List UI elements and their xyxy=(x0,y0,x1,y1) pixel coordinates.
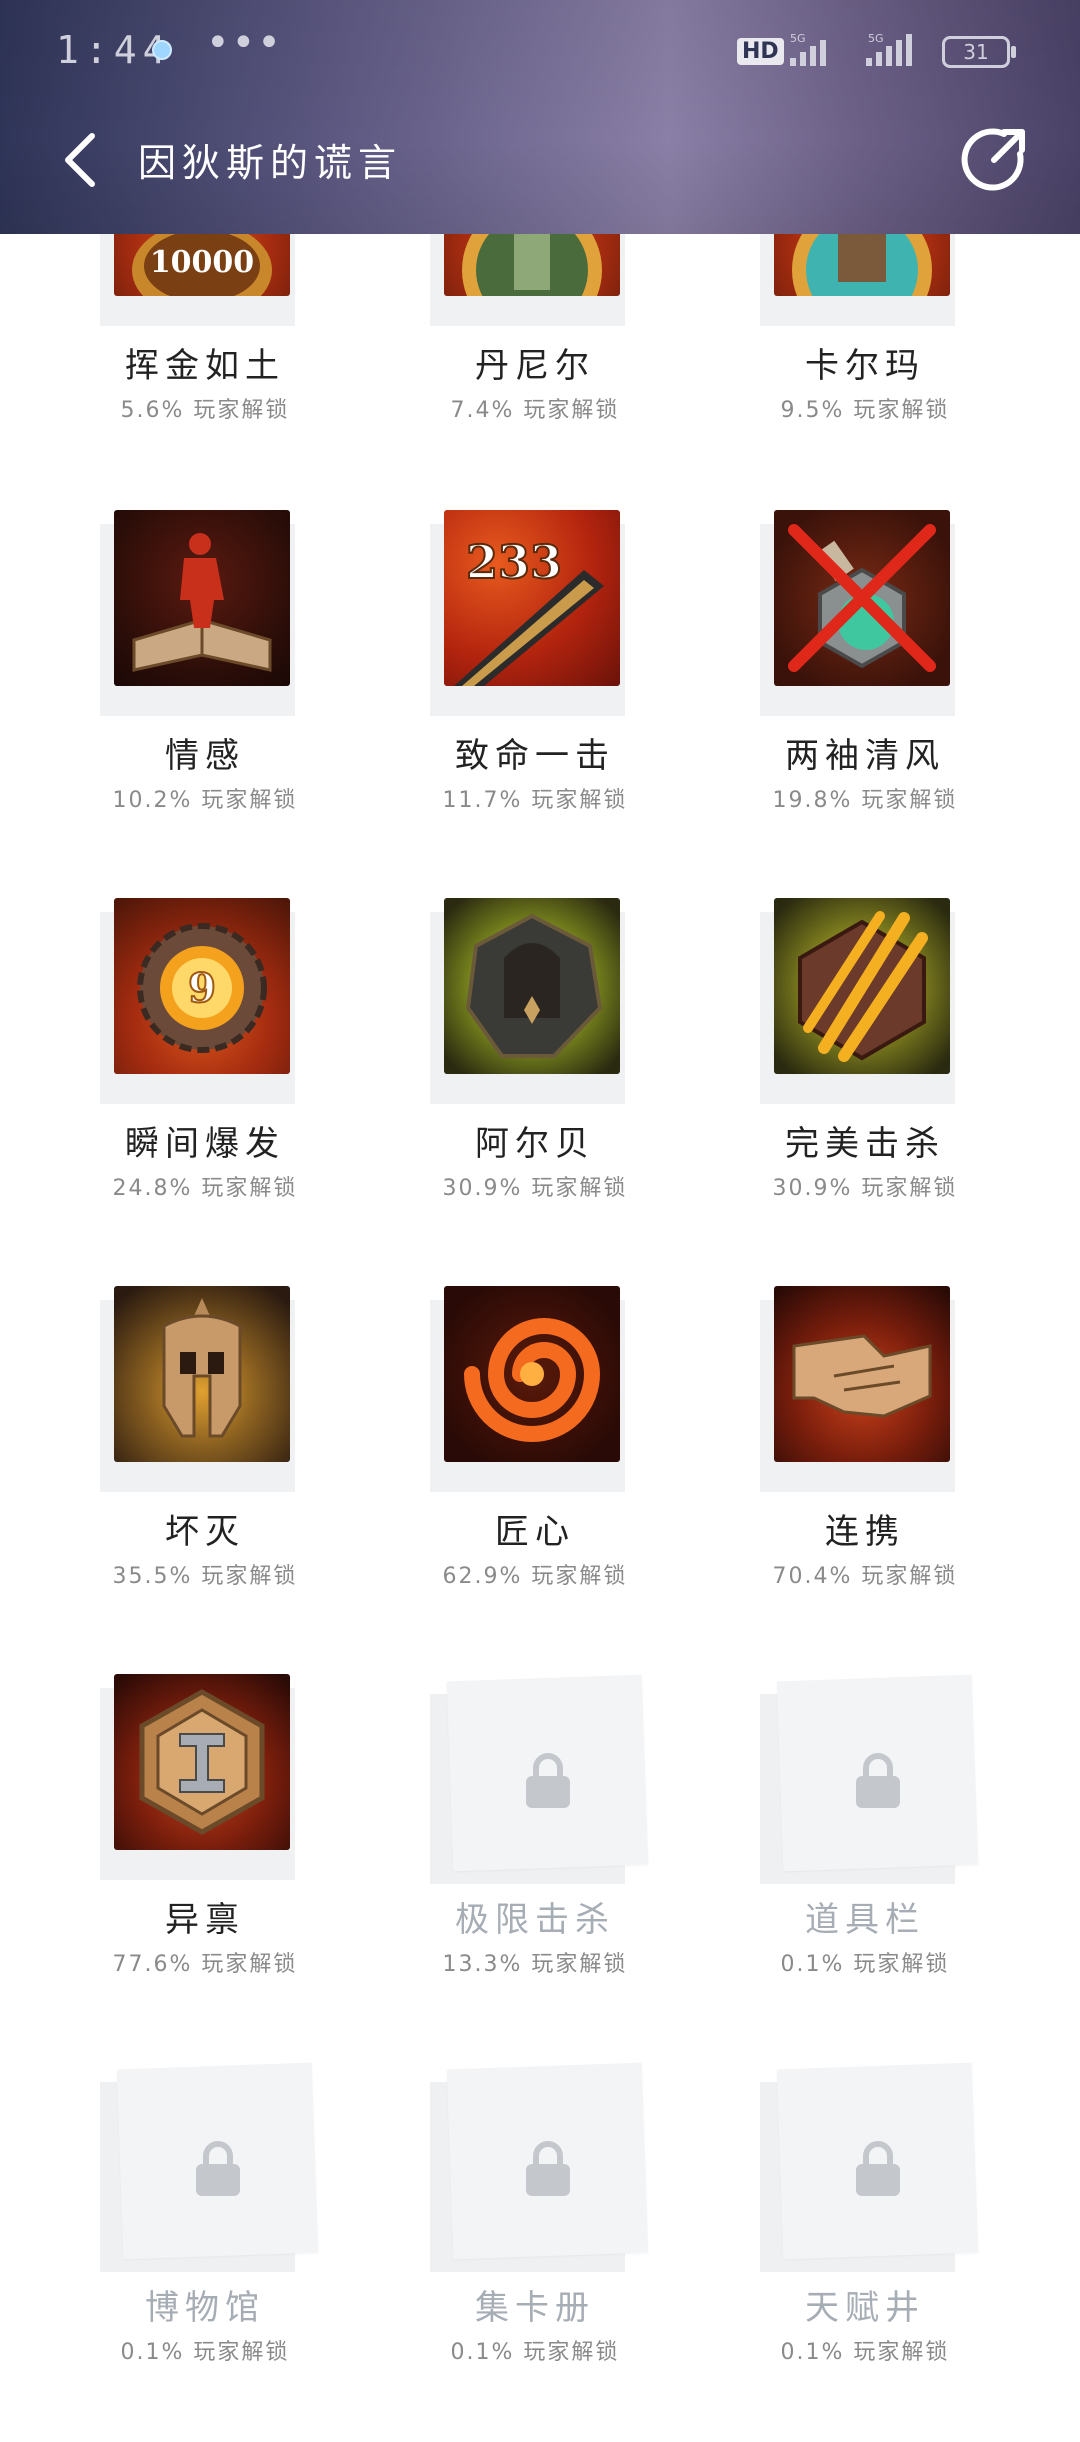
achievement-percent: 77.6% 玩家解锁 xyxy=(112,1952,298,1977)
achievement-name: 卡尔玛 xyxy=(805,346,925,386)
lock-icon xyxy=(196,2141,240,2196)
achievement-name: 丹尼尔 xyxy=(475,346,595,386)
battery-icon: 31 xyxy=(942,36,1016,68)
achievement-name: 致命一击 xyxy=(455,736,615,776)
badge-text: 233 xyxy=(466,535,562,589)
share-button[interactable] xyxy=(960,124,1030,194)
achievement-name: 瞬间爆发 xyxy=(125,1124,285,1164)
achievement-name: 道具栏 xyxy=(805,1900,925,1940)
achievement-item[interactable]: 9 瞬间爆发 24.8% 玩家解锁 xyxy=(60,898,350,1278)
achievement-name: 集卡册 xyxy=(475,2288,595,2328)
network-type-label-2: 5G xyxy=(868,32,884,45)
handshake-icon xyxy=(774,1286,950,1462)
achievement-item[interactable]: 情感 10.2% 玩家解锁 xyxy=(60,510,350,890)
achievement-name: 两袖清风 xyxy=(785,736,945,776)
badge-text: 10000 xyxy=(150,245,254,280)
achievement-percent: 7.4% 玩家解锁 xyxy=(450,398,620,423)
achievement-percent: 0.1% 玩家解锁 xyxy=(780,1952,950,1977)
status-bar: 1:44 ••• HD 5G 5G 31 xyxy=(0,0,1080,100)
back-button[interactable] xyxy=(52,128,112,192)
achievement-item[interactable]: 坏灭 35.5% 玩家解锁 xyxy=(60,1286,350,1666)
achievement-item-locked[interactable]: 集卡册 0.1% 玩家解锁 xyxy=(390,2062,680,2442)
achievement-item-locked[interactable]: 道具栏 0.1% 玩家解锁 xyxy=(720,1674,1010,2054)
achievement-item[interactable]: 完美击杀 30.9% 玩家解锁 xyxy=(720,898,1010,1278)
achievement-item[interactable]: 233 致命一击 11.7% 玩家解锁 xyxy=(390,510,680,890)
achievement-percent: 11.7% 玩家解锁 xyxy=(442,788,628,813)
achievement-name: 异禀 xyxy=(165,1900,245,1940)
achievement-item[interactable]: 连携 70.4% 玩家解锁 xyxy=(720,1286,1010,1666)
achievement-percent: 35.5% 玩家解锁 xyxy=(112,1564,298,1589)
nav-bar: 因狄斯的谎言 xyxy=(0,110,1080,210)
notification-icon xyxy=(152,40,172,60)
achievement-name: 极限击杀 xyxy=(455,1900,615,1940)
more-notifications-icon: ••• xyxy=(206,20,283,66)
hd-voice-badge: HD xyxy=(737,38,784,65)
achievement-percent: 5.6% 玩家解锁 xyxy=(120,398,290,423)
hooded-figure-icon xyxy=(444,898,620,1074)
signal-icon: 5G xyxy=(790,32,826,66)
achievement-name: 博物馆 xyxy=(145,2288,265,2328)
achievement-item[interactable]: 两袖清风 19.8% 玩家解锁 xyxy=(720,510,1010,890)
achievement-item[interactable]: 阿尔贝 30.9% 玩家解锁 xyxy=(390,898,680,1278)
badge-text: 9 xyxy=(188,965,216,1012)
gear-nine-icon: 9 xyxy=(114,898,290,1074)
achievement-percent: 24.8% 玩家解锁 xyxy=(112,1176,298,1201)
fire-swirl-icon xyxy=(444,1286,620,1462)
network-type-label: 5G xyxy=(790,32,806,45)
achievement-name: 连携 xyxy=(825,1512,905,1552)
achievement-percent: 0.1% 玩家解锁 xyxy=(450,2340,620,2365)
achievement-item-locked[interactable]: 极限击杀 13.3% 玩家解锁 xyxy=(390,1674,680,2054)
lock-icon xyxy=(856,1753,900,1808)
achievement-percent: 13.3% 玩家解锁 xyxy=(442,1952,628,1977)
crossed-potion-icon xyxy=(774,510,950,686)
achievement-percent: 0.1% 玩家解锁 xyxy=(120,2340,290,2365)
achievement-item[interactable]: 异禀 77.6% 玩家解锁 xyxy=(60,1674,350,2054)
achievement-percent: 30.9% 玩家解锁 xyxy=(442,1176,628,1201)
achievement-item[interactable]: 匠心 62.9% 玩家解锁 xyxy=(390,1286,680,1666)
achievement-percent: 70.4% 玩家解锁 xyxy=(772,1564,958,1589)
achievement-name: 匠心 xyxy=(495,1512,575,1552)
achievement-name: 挥金如土 xyxy=(125,346,285,386)
achievement-name: 完美击杀 xyxy=(785,1124,945,1164)
achievement-name: 情感 xyxy=(165,736,245,776)
achievement-percent: 30.9% 玩家解锁 xyxy=(772,1176,958,1201)
figure-on-book-icon xyxy=(114,510,290,686)
spartan-helmet-icon xyxy=(114,1286,290,1462)
claw-slash-icon xyxy=(774,898,950,1074)
achievement-percent: 19.8% 玩家解锁 xyxy=(772,788,958,813)
hexagon-rune-icon xyxy=(114,1674,290,1850)
achievement-name: 天赋井 xyxy=(805,2288,925,2328)
lock-icon xyxy=(526,1753,570,1808)
achievement-percent: 62.9% 玩家解锁 xyxy=(442,1564,628,1589)
achievement-item-locked[interactable]: 博物馆 0.1% 玩家解锁 xyxy=(60,2062,350,2442)
signal-icon-2: 5G xyxy=(866,32,912,66)
achievement-percent: 10.2% 玩家解锁 xyxy=(112,788,298,813)
achievement-item-locked[interactable]: 天赋井 0.1% 玩家解锁 xyxy=(720,2062,1010,2442)
achievement-percent: 0.1% 玩家解锁 xyxy=(780,2340,950,2365)
achievement-name: 阿尔贝 xyxy=(475,1124,595,1164)
sword-damage-233-icon: 233 xyxy=(444,510,620,686)
achievement-percent: 9.5% 玩家解锁 xyxy=(780,398,950,423)
app-header: 1:44 ••• HD 5G 5G 31 因狄斯的谎言 xyxy=(0,0,1080,234)
achievement-name: 坏灭 xyxy=(165,1512,245,1552)
lock-icon xyxy=(856,2141,900,2196)
achievement-grid: 10000 挥金如土 5.6% 玩家解锁 丹尼尔 7.4% 玩家解锁 卡尔玛 9… xyxy=(0,0,1080,2400)
lock-icon xyxy=(526,2141,570,2196)
page-title: 因狄斯的谎言 xyxy=(138,141,403,185)
